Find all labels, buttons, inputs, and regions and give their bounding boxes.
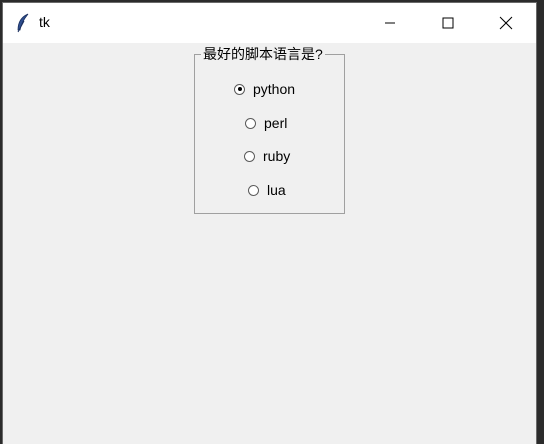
group-title: 最好的脚本语言是? xyxy=(201,45,325,63)
title-bar[interactable]: tk xyxy=(3,3,536,43)
window-title: tk xyxy=(39,14,50,30)
radio-option-python[interactable]: python xyxy=(234,79,295,99)
close-icon xyxy=(499,16,513,30)
close-button[interactable] xyxy=(477,3,535,43)
radio-button[interactable] xyxy=(248,184,259,196)
feather-icon xyxy=(15,13,31,33)
radio-option-lua[interactable]: lua xyxy=(248,180,286,200)
minimize-icon xyxy=(385,22,395,24)
radio-option-perl[interactable]: perl xyxy=(245,113,287,133)
tk-window: tk 最好的脚本语言是? python perl ruby lua xyxy=(2,2,537,444)
maximize-button[interactable] xyxy=(419,3,477,43)
background-editor-strip xyxy=(537,0,544,444)
radio-label: python xyxy=(253,81,296,97)
maximize-icon xyxy=(442,17,454,29)
radio-label: perl xyxy=(264,115,288,131)
radio-option-ruby[interactable]: ruby xyxy=(244,146,290,166)
radio-button[interactable] xyxy=(244,150,255,162)
minimize-button[interactable] xyxy=(361,3,419,43)
radio-button-selected[interactable] xyxy=(234,83,245,95)
radio-button[interactable] xyxy=(245,117,256,129)
radio-label: ruby xyxy=(263,148,291,164)
radio-label: lua xyxy=(267,182,286,198)
